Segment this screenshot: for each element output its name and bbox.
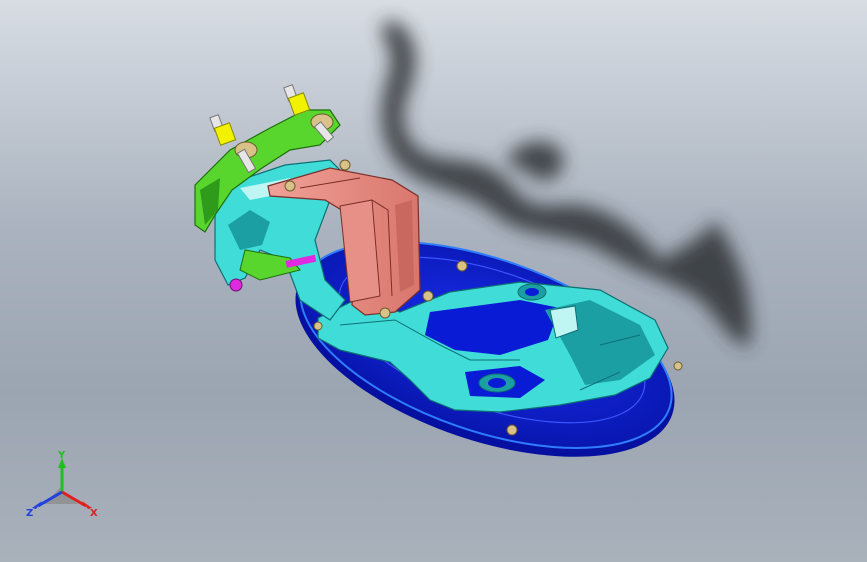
cad-viewport[interactable]: [0, 0, 867, 562]
y-axis-label: Y: [57, 450, 66, 461]
axis-triad[interactable]: Y X Z: [22, 448, 110, 524]
z-axis-label: Z: [26, 508, 33, 519]
accent-pin: [229, 278, 243, 292]
x-axis-label: X: [90, 508, 98, 519]
